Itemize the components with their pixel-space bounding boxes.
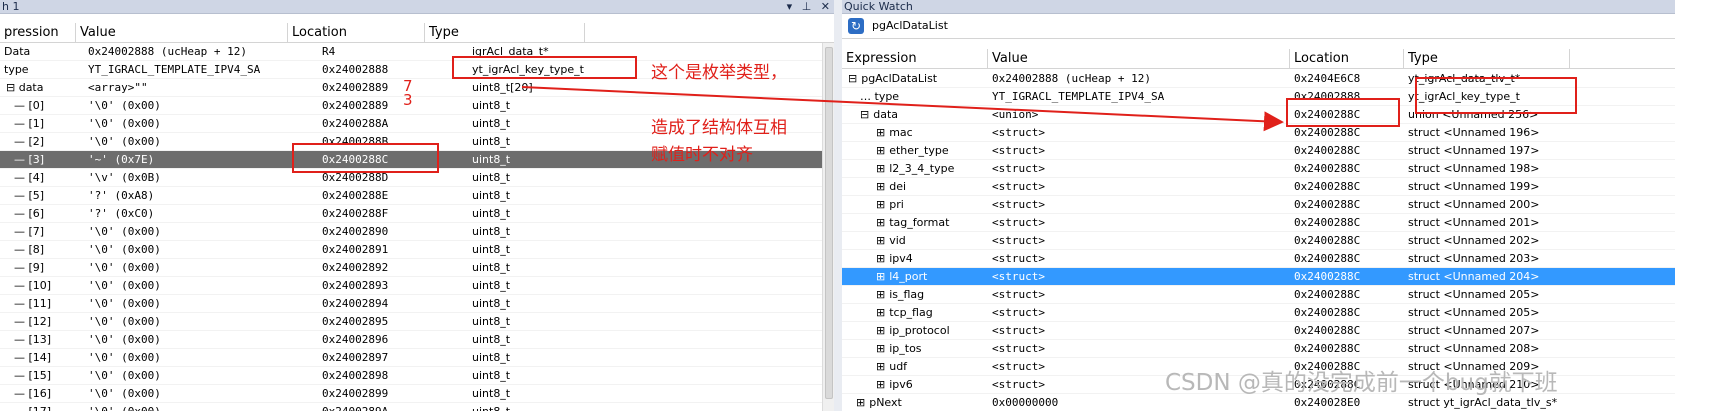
watermark: CSDN @真的没完成前一个bug就下班 — [1165, 370, 1558, 396]
annotation-arrow — [521, 86, 1284, 132]
annotation-arrows — [521, 86, 1284, 132]
